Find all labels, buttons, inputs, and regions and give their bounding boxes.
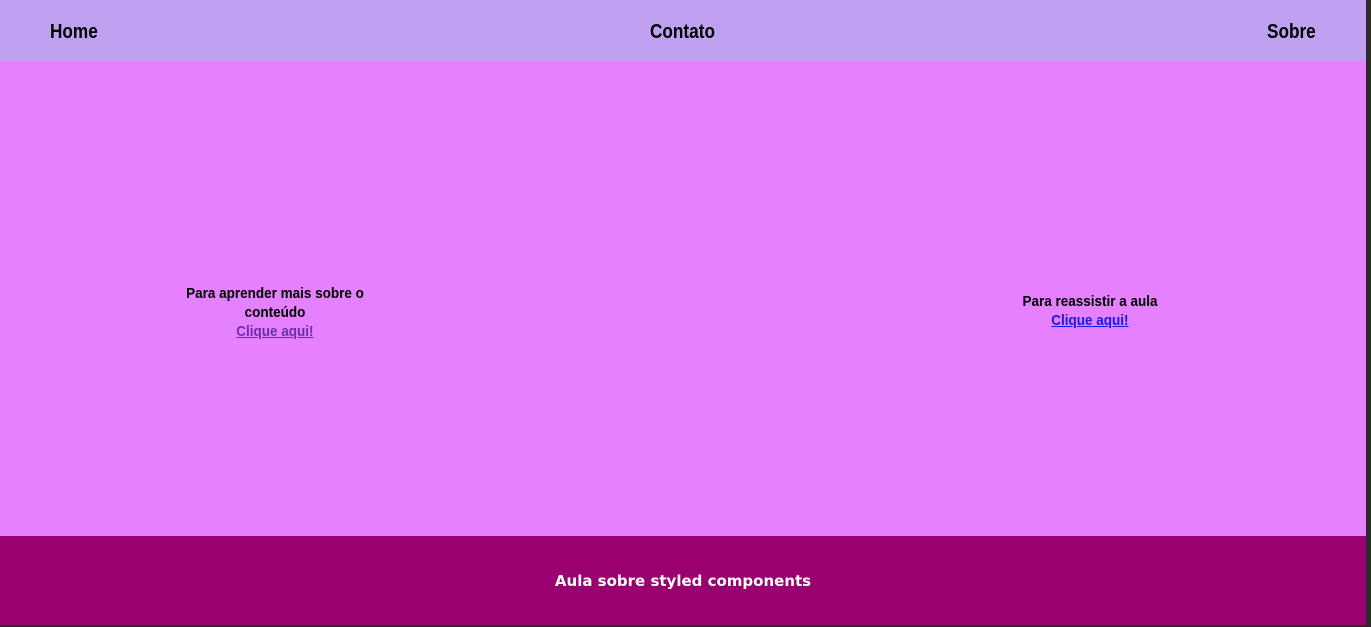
footer: Aula sobre styled components — [0, 536, 1366, 625]
rewatch-link[interactable]: Clique aqui! — [1051, 311, 1128, 330]
learn-more-card: Para aprender mais sobre o conteúdo Cliq… — [175, 284, 375, 341]
top-navigation-bar: Home Contato Sobre — [0, 0, 1366, 61]
nav-sobre-link[interactable]: Sobre — [1267, 18, 1316, 46]
browser-viewport: Home Contato Sobre Para aprender mais so… — [0, 0, 1371, 627]
main-content: Para aprender mais sobre o conteúdo Cliq… — [0, 61, 1366, 536]
footer-text: Aula sobre styled components — [554, 572, 812, 590]
rewatch-card: Para reassistir a aula Clique aqui! — [990, 292, 1190, 330]
page: Home Contato Sobre Para aprender mais so… — [0, 0, 1366, 627]
nav-home-link[interactable]: Home — [50, 18, 98, 46]
vertical-scrollbar[interactable] — [1366, 0, 1371, 627]
nav-contato-link[interactable]: Contato — [650, 18, 715, 46]
learn-more-text: Para aprender mais sobre o conteúdo — [186, 285, 364, 321]
learn-more-link[interactable]: Clique aqui! — [236, 322, 313, 341]
rewatch-text: Para reassistir a aula — [1022, 293, 1158, 310]
